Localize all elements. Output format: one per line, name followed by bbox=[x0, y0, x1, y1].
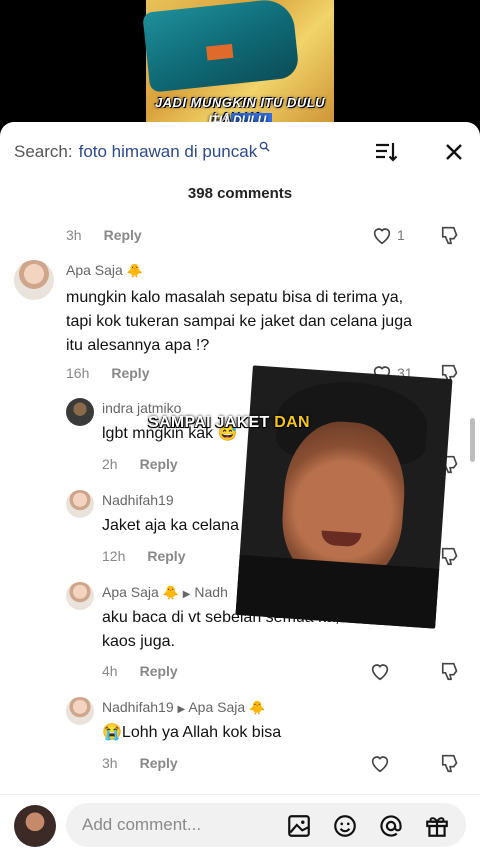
search-icon bbox=[259, 141, 270, 155]
overlay-video[interactable] bbox=[235, 365, 453, 629]
comment-meta: 3h Reply bbox=[66, 227, 142, 243]
heart-icon[interactable] bbox=[369, 660, 391, 682]
reply-button[interactable]: Reply bbox=[104, 227, 142, 243]
dislike-icon[interactable] bbox=[440, 752, 462, 774]
video-player[interactable]: JADI MUNGKIN ITU DULU LAH YA, ITU DULU, bbox=[0, 0, 480, 140]
username[interactable]: Apa Saja 🐥 bbox=[66, 262, 143, 279]
gift-icon[interactable] bbox=[424, 813, 450, 839]
reply-button[interactable]: Reply bbox=[111, 365, 149, 381]
comment-meta: 12h Reply bbox=[102, 548, 186, 564]
username[interactable]: Nadhifah19 bbox=[102, 492, 174, 508]
search-query-link[interactable]: foto himawan di puncak bbox=[79, 142, 258, 162]
sort-icon[interactable] bbox=[374, 140, 398, 164]
comment-input-bar: Add comment... bbox=[0, 794, 480, 854]
avatar[interactable] bbox=[14, 260, 54, 300]
comment-text: mungkin kalo masalah sepatu bisa di teri… bbox=[66, 289, 412, 354]
comment-text: 😭Lohh ya Allah kok bisa bbox=[102, 724, 282, 741]
jacket-image bbox=[142, 0, 300, 93]
comment-input-placeholder: Add comment... bbox=[82, 815, 202, 834]
image-icon[interactable] bbox=[286, 813, 312, 839]
search-bar[interactable]: Search: foto himawan di puncak bbox=[14, 138, 466, 166]
mention-icon[interactable] bbox=[378, 813, 404, 839]
overlay-caption: SAMPAI JAKET DAN bbox=[148, 414, 310, 431]
dislike-icon[interactable] bbox=[440, 545, 462, 567]
like-count: 1 bbox=[397, 227, 405, 243]
emoji-icon[interactable] bbox=[332, 813, 358, 839]
reply-button[interactable]: Reply bbox=[140, 755, 178, 771]
avatar[interactable] bbox=[14, 805, 56, 847]
avatar[interactable] bbox=[66, 490, 94, 518]
dislike-icon[interactable] bbox=[440, 660, 462, 682]
avatar[interactable] bbox=[66, 697, 94, 725]
reply-button[interactable]: Reply bbox=[147, 548, 185, 564]
username[interactable]: Apa Saja 🐥 ▶ Nadh bbox=[102, 584, 228, 601]
comment-meta: 16h Reply bbox=[66, 365, 150, 381]
comment-meta: 4h Reply bbox=[102, 663, 178, 679]
comments-count: 398 comments bbox=[187, 185, 293, 202]
close-icon[interactable] bbox=[442, 140, 466, 164]
comment-meta: 3h Reply bbox=[102, 755, 178, 771]
reply-button[interactable]: Reply bbox=[140, 456, 178, 472]
comment-input[interactable]: Add comment... bbox=[66, 803, 466, 847]
avatar[interactable] bbox=[66, 398, 94, 426]
dislike-icon[interactable] bbox=[440, 224, 462, 246]
video-frame: JADI MUNGKIN ITU DULU LAH YA, ITU DULU, bbox=[142, 0, 334, 140]
heart-icon[interactable] bbox=[371, 224, 393, 246]
avatar[interactable] bbox=[66, 582, 94, 610]
search-label: Search: bbox=[14, 142, 73, 161]
comment-meta: 2h Reply bbox=[102, 456, 178, 472]
username[interactable]: Nadhifah19 ▶ Apa Saja 🐥 bbox=[102, 699, 265, 716]
reply-button[interactable]: Reply bbox=[140, 663, 178, 679]
heart-icon[interactable] bbox=[369, 752, 391, 774]
scrollbar[interactable] bbox=[470, 418, 475, 462]
